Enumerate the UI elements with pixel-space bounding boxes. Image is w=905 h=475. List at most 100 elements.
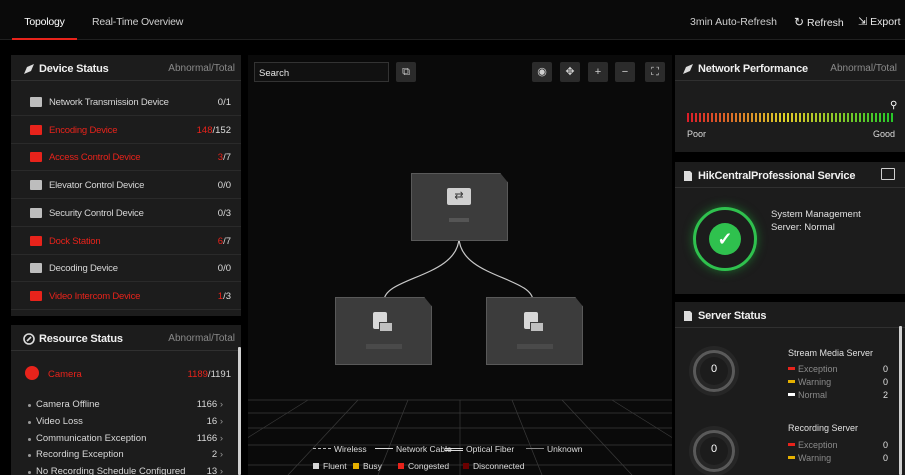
dock-station-icon [30, 235, 42, 246]
service-status-ring: ✓ [693, 207, 757, 271]
refresh-icon: ↻ [794, 15, 805, 29]
device-row[interactable]: Decoding Device 0/0 [11, 255, 241, 283]
device-row[interactable]: Security Control Device 0/3 [11, 200, 241, 227]
resource-exception-item[interactable]: Recording Exception 2 › [11, 449, 237, 463]
server-breakdown-label: Warning [798, 377, 832, 387]
performance-poor-label: Poor [687, 129, 707, 139]
performance-bar-segment [759, 113, 761, 122]
performance-bar-segment [855, 113, 857, 122]
monitor-icon[interactable] [881, 168, 895, 180]
tab-topology[interactable]: Topology [12, 0, 77, 40]
performance-bar-segment [787, 113, 789, 122]
camera-label[interactable]: Camera [48, 369, 82, 380]
device-row[interactable]: Encoding Device 148/152 [11, 117, 241, 144]
resource-exception-item[interactable]: No Recording Schedule Configured 13 › [11, 466, 237, 475]
legend-state-swatch [313, 463, 319, 469]
network-switch-node[interactable]: ⇄ [411, 173, 508, 241]
legend-line-item: Network Cable [375, 444, 452, 454]
performance-bar-segment [723, 113, 725, 122]
performance-bar-segment [867, 113, 869, 122]
device-row-total: 0 [225, 263, 231, 275]
canvas-grid-floor [248, 399, 672, 475]
server-status-panel: Server Status 0 Stream Media Server Exce… [675, 302, 905, 475]
camera-count: 1189/1191 [187, 369, 231, 380]
chevron-right-icon: › [217, 399, 223, 410]
device-row[interactable]: Access Control Device 3/7 [11, 144, 241, 172]
performance-bar-segment [699, 113, 701, 122]
server-breakdown-label: Warning [798, 453, 832, 463]
server-status-scrollbar[interactable] [899, 326, 902, 475]
server-status-title: Server Status [698, 310, 767, 322]
performance-bar-segment [735, 113, 737, 122]
resource-item-value: 1166 [196, 432, 218, 444]
topology-canvas[interactable]: Search ⧉ ◉ ✥ + − ⛶ ⇄ Wireless Network Cab… [248, 55, 672, 475]
server-breakdown-row: Warning 0 [788, 453, 888, 465]
refresh-button[interactable]: ↻ Refresh [794, 0, 844, 40]
chevron-right-icon: › [217, 415, 223, 427]
server-breakdown-row: Exception 0 [788, 440, 888, 452]
top-bar: Topology Real-Time Overview 3min Auto-Re… [0, 0, 905, 40]
auto-refresh-label[interactable]: 3min Auto-Refresh [690, 0, 777, 40]
encoding-device-node-2[interactable] [486, 297, 583, 365]
encoding-device-node-1[interactable] [335, 297, 432, 365]
server-breakdown-label: Normal [798, 390, 828, 400]
service-status-line2: Server: Normal [771, 222, 835, 233]
resource-item-label: Communication Exception [36, 432, 147, 444]
resource-exception-item[interactable]: Video Loss 16 › [11, 416, 237, 430]
export-button[interactable]: ⇲ Export [858, 0, 901, 40]
performance-bar-segment [767, 113, 769, 122]
device-row-name: Decoding Device [49, 263, 118, 275]
device-row[interactable]: Dock Station 6/7 [11, 228, 241, 255]
resource-exception-item[interactable]: Communication Exception 1166 › [11, 433, 237, 447]
performance-bar-segment [763, 113, 765, 122]
performance-bar-segment [695, 113, 697, 122]
device-name-placeholder [366, 344, 402, 349]
network-performance-header-right: Abnormal/Total [830, 63, 897, 74]
resource-item-label: Recording Exception [36, 449, 124, 461]
resource-status-header: Resource Status Abnormal/Total [11, 325, 241, 351]
export-icon: ⇲ [858, 16, 868, 28]
tab-real-time-overview[interactable]: Real-Time Overview [92, 0, 183, 40]
device-status-icon [24, 64, 34, 74]
legend-line-swatch [445, 448, 463, 452]
server-breakdown-row: Normal 2 [788, 390, 888, 402]
resource-exception-item[interactable]: Camera Offline 1166 › [11, 399, 237, 413]
legend-line-swatch [313, 448, 331, 451]
device-row-count: 0/0 [218, 263, 231, 274]
device-row-total: 7 [225, 235, 231, 247]
server-breakdown-label: Exception [798, 364, 838, 374]
resource-item-label: Video Loss [36, 415, 83, 427]
performance-bar-segment [831, 113, 833, 122]
performance-bar-segment [771, 113, 773, 122]
network-performance-panel: Network Performance Abnormal/Total ⚲ Poo… [675, 55, 905, 152]
legend-line-label: Wireless [334, 444, 367, 454]
bullet-icon [28, 404, 31, 407]
encoding-device-icon [524, 312, 544, 334]
server-breakdown-value: 0 [882, 440, 888, 450]
performance-bar-segment [779, 113, 781, 122]
server-breakdown-row: Warning 0 [788, 377, 888, 389]
resource-status-header-right: Abnormal/Total [168, 333, 235, 344]
legend-line-swatch [375, 448, 393, 451]
server-breakdown-value: 0 [882, 364, 888, 374]
resource-scrollbar[interactable] [238, 347, 241, 475]
status-swatch [788, 367, 795, 370]
device-row-total: 3 [225, 290, 231, 302]
device-row-name: Access Control Device [49, 152, 141, 164]
performance-bar-segment [891, 113, 893, 122]
recording-server-ring: 0 [693, 430, 735, 472]
device-row[interactable]: Network Transmission Device 0/1 [11, 89, 241, 116]
bullet-icon [28, 437, 31, 441]
legend-state-label: Busy [363, 461, 382, 471]
access-control-icon [30, 152, 42, 163]
performance-bar-segment [739, 113, 741, 122]
performance-bar-segment [687, 113, 689, 122]
legend-state-label: Disconnected [473, 461, 525, 471]
performance-bar-segment [847, 113, 849, 122]
device-row[interactable]: Elevator Control Device 0/0 [11, 172, 241, 200]
performance-bar-segment [747, 113, 749, 122]
network-switch-icon: ⇄ [447, 188, 471, 205]
device-row[interactable]: Video Intercom Device 1/3 [11, 283, 241, 310]
performance-bar-segment [751, 113, 753, 122]
server-breakdown-value: 2 [882, 390, 888, 400]
